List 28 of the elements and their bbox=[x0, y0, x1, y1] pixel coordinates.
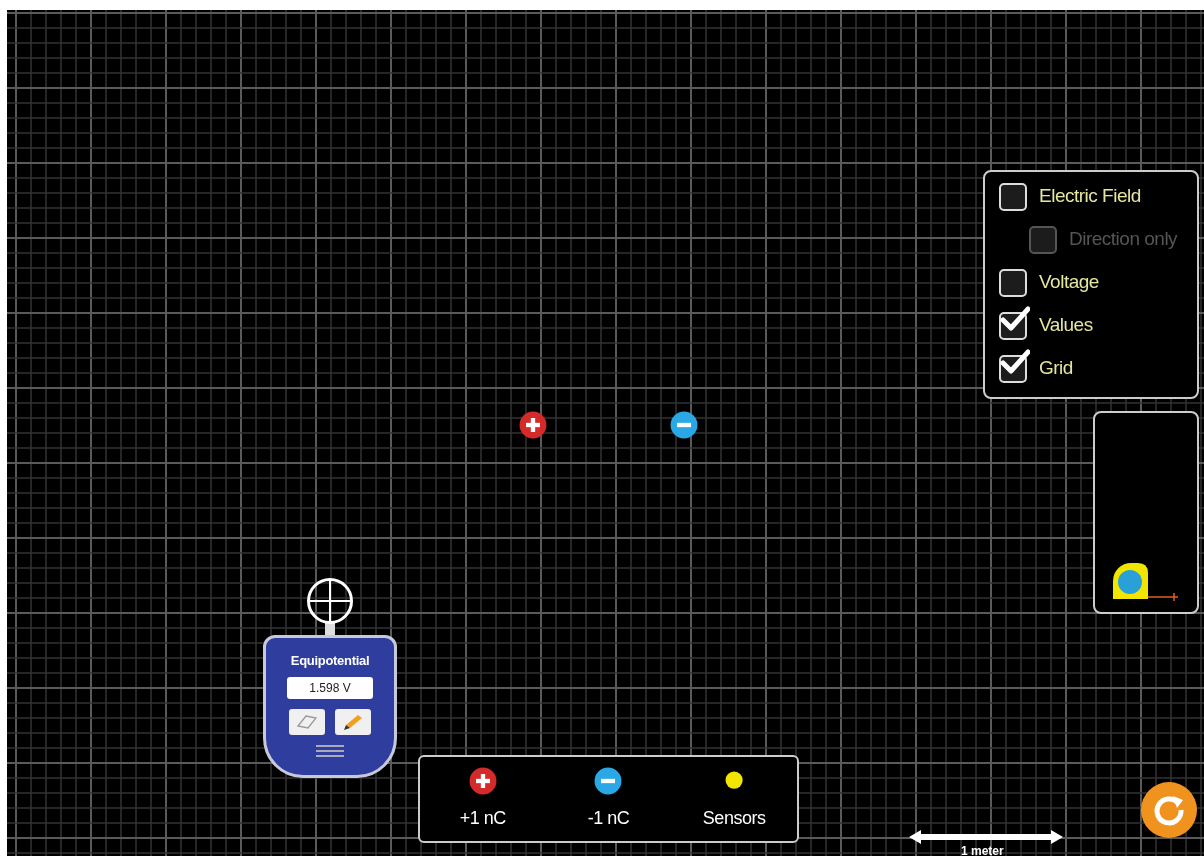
measuring-tape-icon[interactable] bbox=[1110, 561, 1180, 603]
toolbox-label: +1 nC bbox=[459, 806, 506, 830]
scale-label: 1 meter bbox=[961, 844, 1004, 856]
pencil-icon bbox=[342, 712, 364, 731]
toolbox-label: -1 nC bbox=[587, 806, 630, 830]
checkbox-label: Voltage bbox=[1039, 270, 1099, 295]
reset-button[interactable] bbox=[1141, 782, 1197, 838]
checkbox-label: Grid bbox=[1039, 356, 1073, 381]
charge-icon[interactable] bbox=[468, 766, 497, 795]
toolbox-label: Sensors bbox=[702, 806, 766, 830]
checkbox-label: Direction only bbox=[1069, 227, 1178, 252]
sensor-title: Equipotential bbox=[290, 652, 370, 670]
checkmark-icon bbox=[1000, 348, 1030, 375]
sensor-icon[interactable] bbox=[725, 771, 744, 790]
checkbox-label: Values bbox=[1039, 313, 1093, 338]
equipotential-sensor[interactable]: Equipotential 1.598 V bbox=[263, 635, 397, 778]
reset-icon bbox=[1152, 793, 1186, 827]
crosshair-icon[interactable] bbox=[306, 577, 354, 636]
charge-icon[interactable] bbox=[519, 411, 547, 439]
charge-icon[interactable] bbox=[670, 411, 698, 439]
voltage-readout: 1.598 V bbox=[287, 676, 373, 699]
charge-icon[interactable] bbox=[594, 766, 623, 795]
eraser-button[interactable] bbox=[289, 708, 325, 735]
drag-handle-icon[interactable] bbox=[316, 743, 344, 758]
pencil-button[interactable] bbox=[335, 708, 371, 735]
checkmark-icon bbox=[1000, 305, 1030, 332]
checkbox-label: Electric Field bbox=[1039, 184, 1141, 209]
eraser-icon bbox=[296, 713, 318, 730]
